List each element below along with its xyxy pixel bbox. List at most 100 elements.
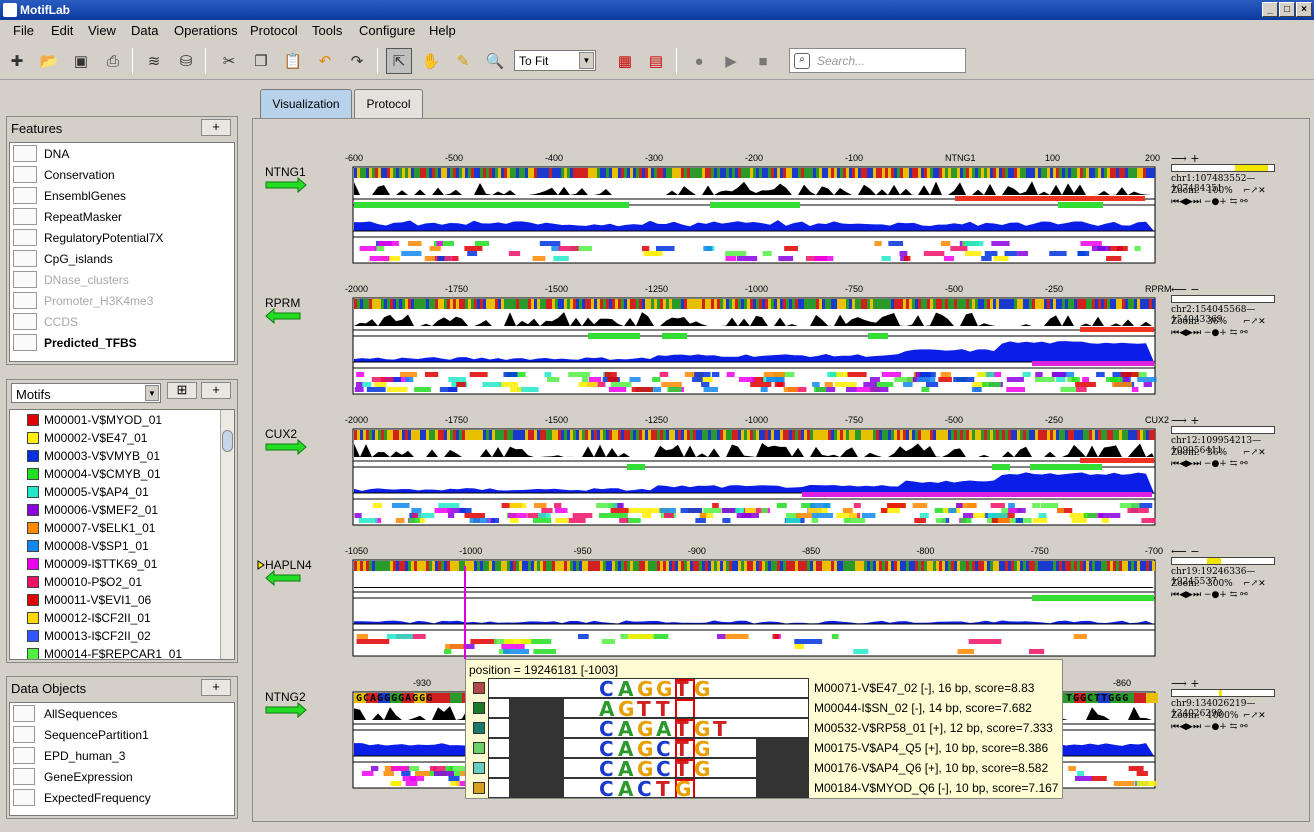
- tfbs-site[interactable]: [912, 503, 928, 508]
- tfbs-site[interactable]: [1106, 256, 1122, 261]
- tfbs-site[interactable]: [391, 503, 410, 508]
- tfbs-site[interactable]: [1056, 377, 1066, 382]
- tfbs-site[interactable]: [405, 781, 418, 786]
- tfbs-site[interactable]: [445, 766, 454, 771]
- tfbs-site[interactable]: [1113, 781, 1135, 786]
- tfbs-site[interactable]: [470, 639, 497, 644]
- tfbs-site[interactable]: [940, 241, 951, 246]
- tfbs-site[interactable]: [921, 387, 930, 392]
- tfbs-site[interactable]: [610, 508, 629, 513]
- tfbs-site[interactable]: [654, 387, 662, 392]
- reset-icon[interactable]: ⌐↗✕: [1243, 448, 1266, 458]
- tfbs-site[interactable]: [503, 649, 530, 654]
- tfbs-site[interactable]: [387, 387, 408, 392]
- sequence-name[interactable]: NTNG2: [265, 690, 306, 704]
- tfbs-site[interactable]: [642, 513, 652, 518]
- tfbs-site[interactable]: [990, 503, 1005, 508]
- tfbs-site[interactable]: [1051, 372, 1066, 377]
- tfbs-site[interactable]: [870, 387, 889, 392]
- tfbs-site[interactable]: [1071, 518, 1087, 523]
- tfbs-site[interactable]: [448, 377, 466, 382]
- tfbs-site[interactable]: [783, 387, 798, 392]
- reset-icon[interactable]: ⌐↗✕: [1243, 579, 1266, 589]
- tfbs-site[interactable]: [415, 771, 430, 776]
- tfbs-site[interactable]: [448, 776, 460, 781]
- reset-icon[interactable]: ⌐↗✕: [1243, 186, 1266, 196]
- viewport-position-bar[interactable]: [1171, 295, 1275, 303]
- tfbs-site[interactable]: [1035, 377, 1055, 382]
- tfbs-site[interactable]: [982, 382, 1001, 387]
- tfbs-site[interactable]: [1008, 508, 1019, 513]
- tfbs-site[interactable]: [509, 518, 519, 523]
- tfbs-site[interactable]: [784, 246, 798, 251]
- tfbs-site[interactable]: [836, 513, 858, 518]
- tfbs-site[interactable]: [608, 387, 627, 392]
- tfbs-site[interactable]: [923, 251, 945, 256]
- tfbs-site[interactable]: [722, 518, 731, 523]
- tfbs-site[interactable]: [1137, 377, 1157, 382]
- tfbs-site[interactable]: [434, 508, 451, 513]
- tfbs-site[interactable]: [1091, 246, 1111, 251]
- tfbs-site[interactable]: [1038, 513, 1047, 518]
- tfbs-site[interactable]: [861, 513, 876, 518]
- tfbs-site[interactable]: [940, 372, 951, 377]
- tfbs-site[interactable]: [577, 634, 589, 639]
- tfbs-site[interactable]: [617, 503, 624, 508]
- tfbs-site[interactable]: [629, 377, 641, 382]
- tfbs-site[interactable]: [533, 503, 547, 508]
- tfbs-site[interactable]: [811, 513, 834, 518]
- tfbs-site[interactable]: [1035, 372, 1043, 377]
- tfbs-site[interactable]: [626, 518, 641, 523]
- tfbs-site[interactable]: [356, 382, 363, 387]
- tfbs-site[interactable]: [469, 518, 489, 523]
- tfbs-site[interactable]: [551, 246, 560, 251]
- tfbs-site[interactable]: [555, 518, 569, 523]
- tfbs-site[interactable]: [467, 251, 478, 256]
- tfbs-site[interactable]: [1120, 372, 1139, 377]
- tfbs-site[interactable]: [953, 377, 975, 382]
- tfbs-site[interactable]: [1032, 518, 1048, 523]
- tfbs-site[interactable]: [824, 382, 833, 387]
- tfbs-site[interactable]: [659, 372, 669, 377]
- tfbs-site[interactable]: [445, 644, 464, 649]
- tfbs-site[interactable]: [532, 256, 546, 261]
- tfbs-site[interactable]: [656, 246, 675, 251]
- tfbs-site[interactable]: [508, 513, 527, 518]
- tfbs-site[interactable]: [888, 241, 904, 246]
- tfbs-site[interactable]: [1091, 776, 1107, 781]
- tfbs-site[interactable]: [553, 256, 569, 261]
- tfbs-site[interactable]: [726, 372, 735, 377]
- tfbs-site[interactable]: [993, 256, 1009, 261]
- tfbs-site[interactable]: [490, 518, 500, 523]
- tfbs-site[interactable]: [1075, 382, 1096, 387]
- tfbs-site[interactable]: [433, 771, 454, 776]
- tfbs-site[interactable]: [429, 766, 437, 771]
- tfbs-site[interactable]: [736, 256, 758, 261]
- tfbs-site[interactable]: [598, 513, 612, 518]
- tfbs-site[interactable]: [957, 649, 975, 654]
- tfbs-site[interactable]: [725, 256, 737, 261]
- tfbs-site[interactable]: [1136, 781, 1157, 786]
- tfbs-site[interactable]: [361, 382, 372, 387]
- tfbs-site[interactable]: [369, 256, 390, 261]
- tfbs-site[interactable]: [971, 387, 982, 392]
- tfbs-site[interactable]: [738, 377, 755, 382]
- tfbs-site[interactable]: [976, 372, 987, 377]
- tfbs-site[interactable]: [554, 508, 568, 513]
- tfbs-site[interactable]: [503, 639, 532, 644]
- tfbs-site[interactable]: [1004, 251, 1018, 256]
- tfbs-site[interactable]: [950, 246, 968, 251]
- tfbs-site[interactable]: [1049, 251, 1067, 256]
- tfbs-site[interactable]: [744, 508, 756, 513]
- viewport-indicator[interactable]: [1206, 558, 1221, 564]
- tfbs-site[interactable]: [408, 241, 422, 246]
- tfbs-site[interactable]: [539, 241, 561, 246]
- tfbs-site[interactable]: [1128, 766, 1144, 771]
- tfbs-site[interactable]: [544, 372, 552, 377]
- tfbs-site[interactable]: [659, 508, 676, 513]
- tfbs-site[interactable]: [392, 781, 401, 786]
- tfbs-site[interactable]: [438, 503, 460, 508]
- tfbs-site[interactable]: [482, 382, 502, 387]
- tfbs-site[interactable]: [1119, 503, 1140, 508]
- tfbs-site[interactable]: [812, 382, 820, 387]
